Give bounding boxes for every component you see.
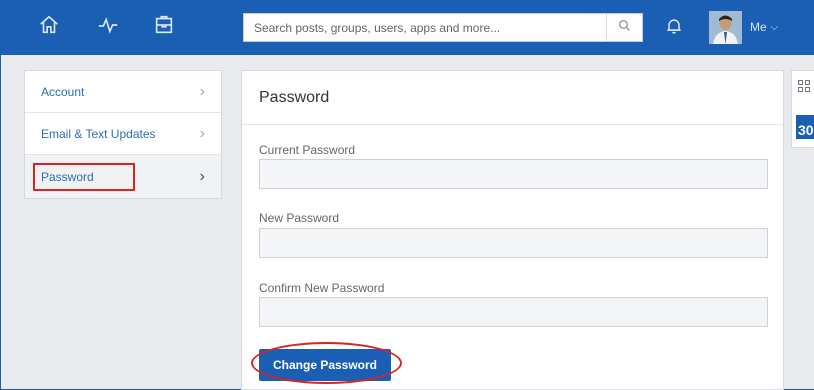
bell-icon [664, 16, 684, 41]
user-menu[interactable]: Me ⌵ [709, 10, 778, 44]
app-grid-icon[interactable] [798, 79, 810, 97]
home-button[interactable] [18, 0, 80, 55]
top-navigation-bar: Me ⌵ [0, 0, 814, 55]
search-button[interactable] [606, 14, 642, 41]
search-bar [243, 13, 643, 42]
chevron-right-icon: › [199, 124, 205, 142]
primary-nav [18, 0, 192, 55]
notifications-button[interactable] [660, 14, 688, 42]
search-icon [618, 19, 631, 37]
confirm-password-field[interactable] [259, 297, 768, 327]
confirm-password-label: Confirm New Password [259, 281, 385, 295]
user-menu-label: Me [750, 20, 767, 34]
sidebar-item-email-text-updates[interactable]: Email & Text Updates › [25, 113, 221, 155]
sidebar-item-label: Account [41, 84, 85, 99]
annotation-highlight-oval [251, 342, 402, 384]
activity-icon [97, 14, 119, 41]
chevron-right-icon: › [199, 167, 205, 185]
calendar-icon[interactable]: 30 [796, 115, 814, 139]
activity-button[interactable] [80, 0, 136, 55]
right-rail: 30 [791, 70, 814, 148]
page-title: Password [242, 71, 783, 125]
chevron-right-icon: › [199, 82, 205, 100]
sidebar-item-account[interactable]: Account › [25, 71, 221, 113]
calendar-date: 30 [798, 122, 814, 138]
work-button[interactable] [136, 0, 192, 55]
avatar [709, 10, 742, 44]
current-password-field[interactable] [259, 159, 768, 189]
new-password-field[interactable] [259, 228, 768, 258]
current-password-label: Current Password [259, 143, 356, 157]
chevron-down-icon: ⌵ [770, 21, 779, 33]
briefcase-icon [153, 14, 175, 41]
annotation-highlight-box [33, 163, 135, 191]
new-password-label: New Password [259, 211, 340, 225]
search-input[interactable] [244, 14, 606, 41]
home-icon [38, 14, 60, 41]
sidebar-item-label: Email & Text Updates [41, 126, 156, 141]
